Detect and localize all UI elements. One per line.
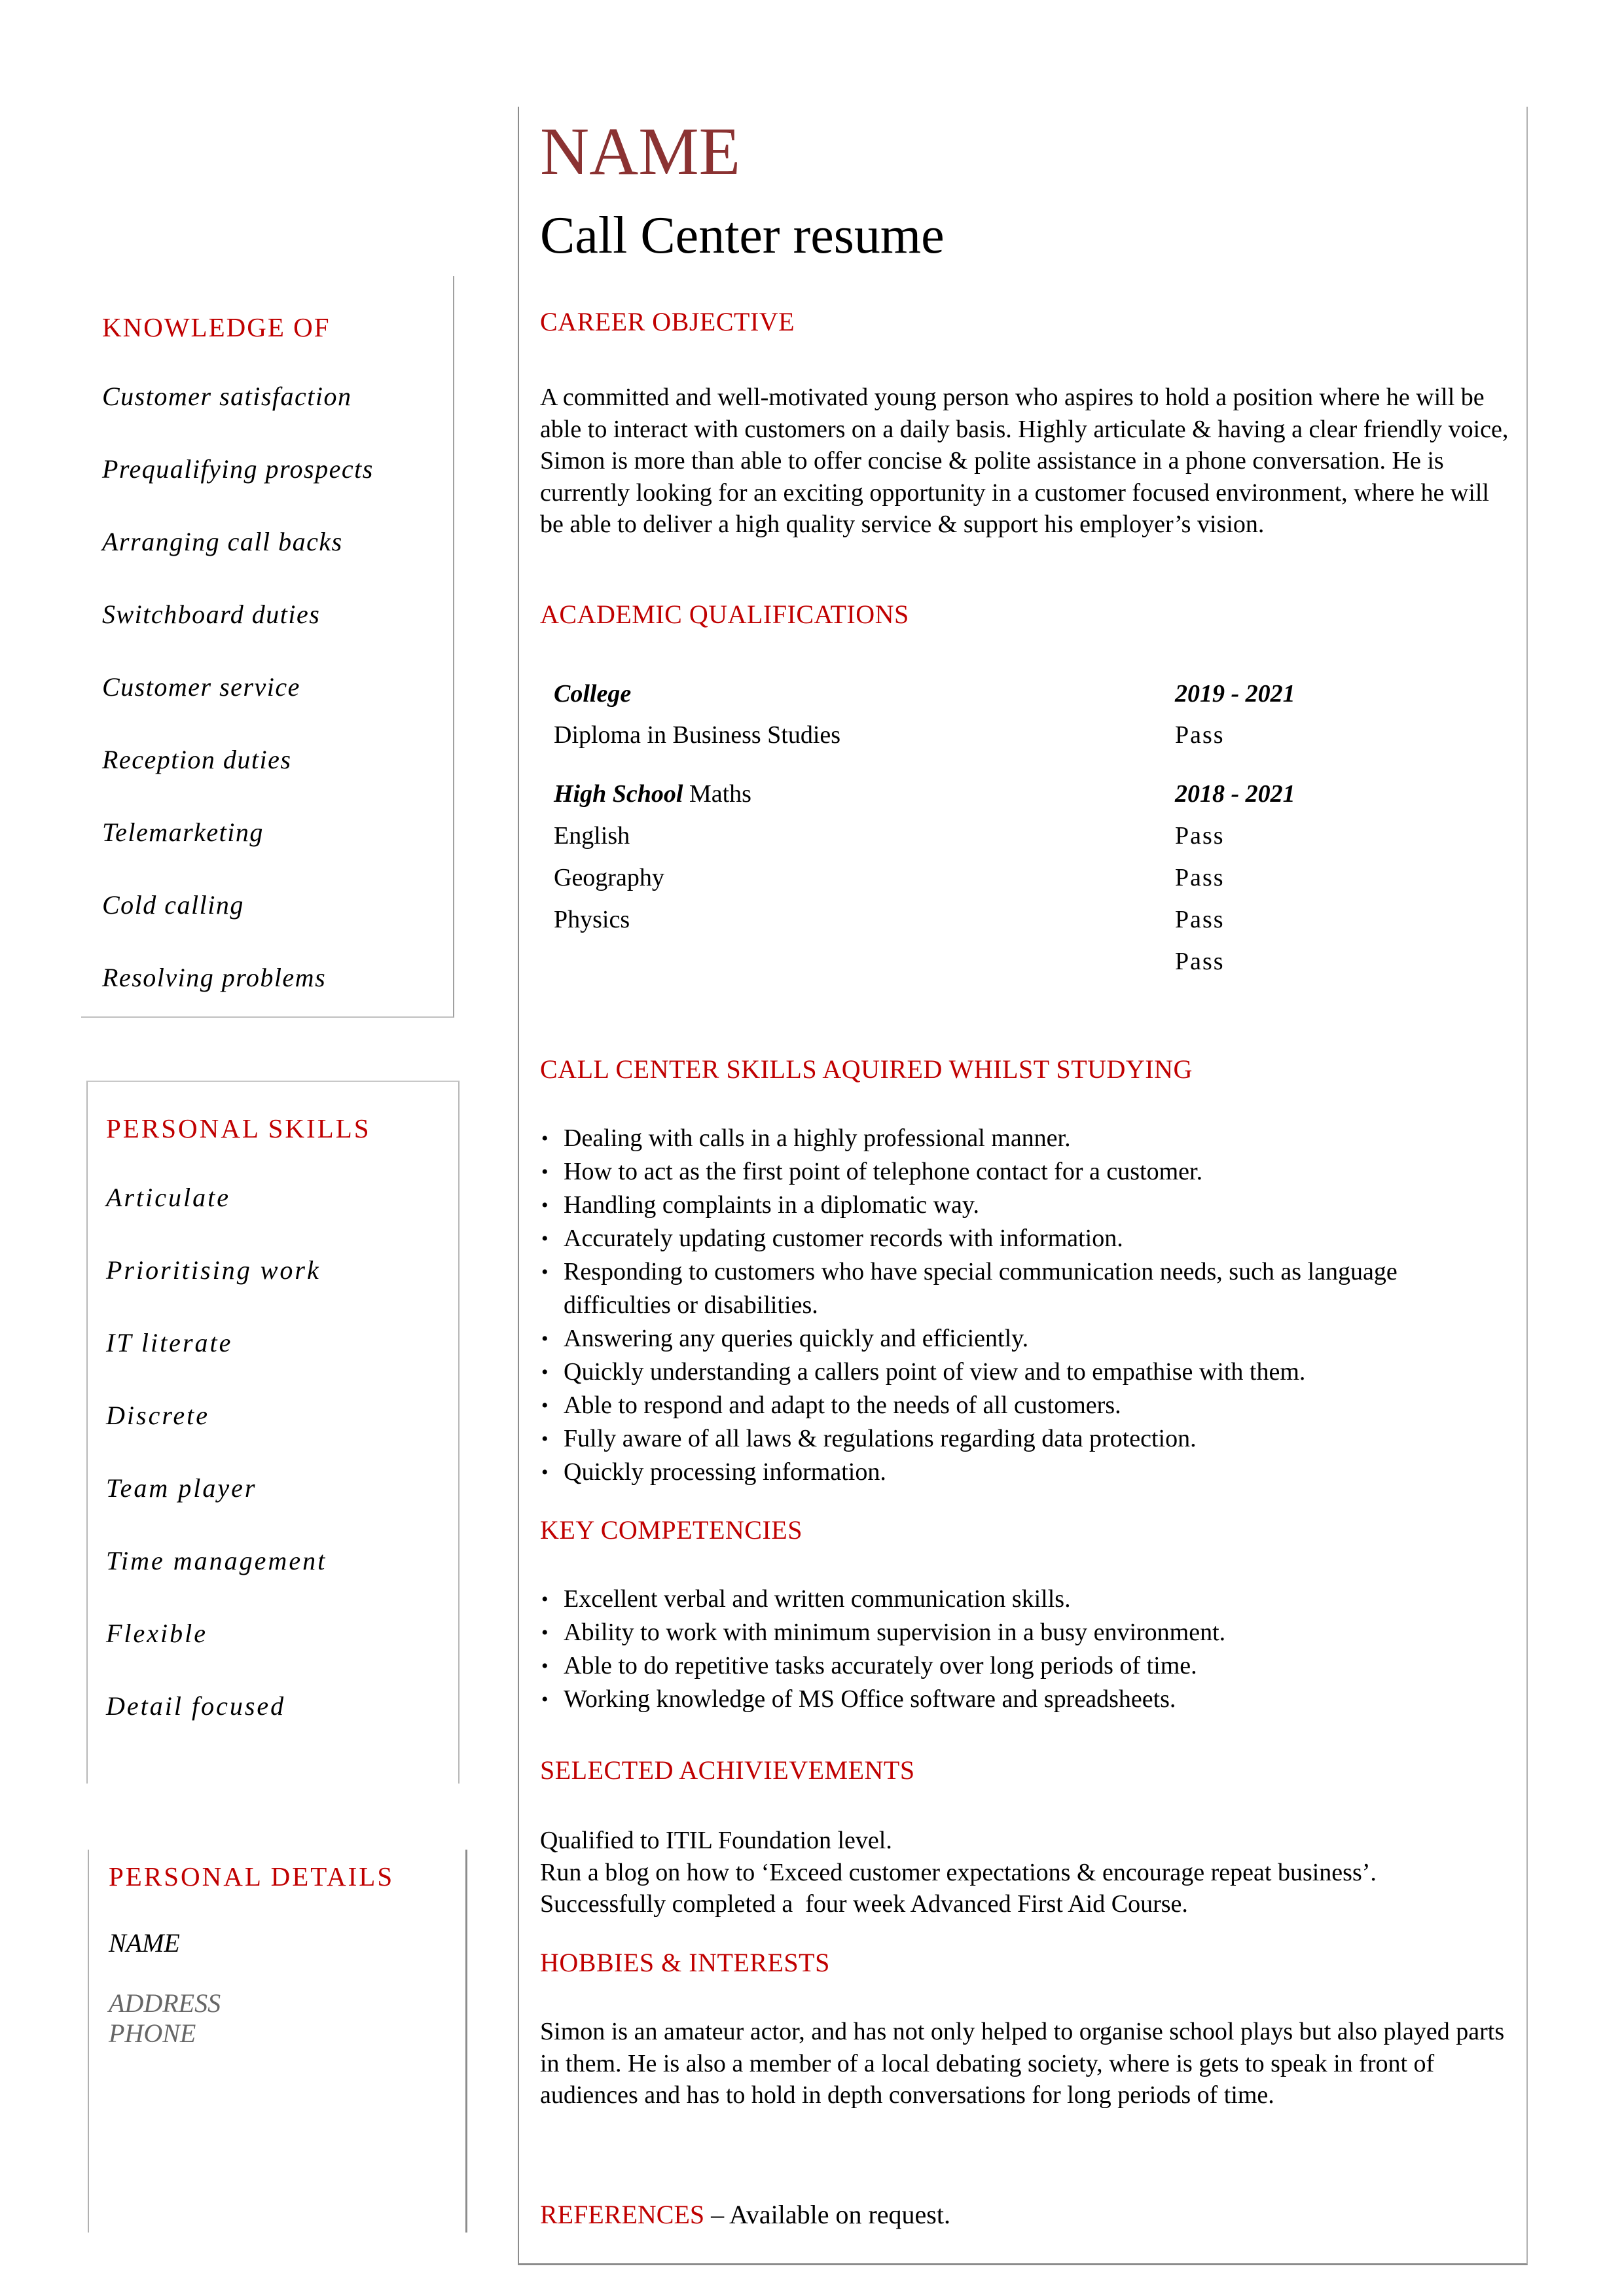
- achievements-text: Qualified to ITIL Foundation level. Run …: [540, 1825, 1509, 1920]
- skill-item: Discrete: [106, 1401, 210, 1430]
- knowledge-item: Switchboard duties: [102, 600, 321, 629]
- subject-result: Pass: [1175, 948, 1225, 975]
- college-label: College: [554, 680, 632, 708]
- bullet-icon: •: [541, 1428, 549, 1450]
- bullet-icon: •: [541, 1588, 549, 1610]
- subject: Physics: [554, 906, 630, 933]
- key-competencies-list: • Excellent verbal and written communicat…: [540, 1583, 1502, 1716]
- call-center-skills-heading: CALL CENTER SKILLS AQUIRED WHILST STUDYI…: [540, 1054, 1193, 1084]
- bullet-icon: •: [541, 1689, 549, 1710]
- knowledge-item: Customer satisfaction: [102, 382, 352, 411]
- knowledge-heading: KNOWLEDGE OF: [102, 312, 331, 342]
- skill-item: Team player: [106, 1473, 257, 1503]
- bullet-icon: •: [541, 1622, 549, 1643]
- hobbies-paragraph: Simon is an amateur actor, and has not o…: [540, 2018, 1505, 2109]
- knowledge-item: Reception duties: [102, 745, 292, 774]
- knowledge-item: Arranging call backs: [102, 527, 343, 556]
- details-address: ADDRESS: [109, 1988, 221, 2018]
- references-text: – Available on request.: [704, 2200, 950, 2229]
- skill-item: IT literate: [106, 1328, 233, 1357]
- skill-item: Detail focused: [106, 1691, 286, 1721]
- hobbies-text: Simon is an amateur actor, and has not o…: [540, 2016, 1509, 2111]
- bullet-icon: •: [541, 1128, 549, 1149]
- knowledge-item: Customer service: [102, 672, 300, 702]
- achievements-heading: SELECTED ACHIVIEVEMENTS: [540, 1755, 915, 1785]
- academic-heading: ACADEMIC QUALIFICATIONS: [540, 600, 909, 629]
- high-school-first-subject: Maths: [689, 780, 751, 808]
- knowledge-item: Resolving problems: [102, 963, 327, 992]
- achievement-line: Run a blog on how to ‘Exceed customer ex…: [540, 1858, 1377, 1886]
- knowledge-item: Prequalifying prospects: [102, 454, 374, 484]
- career-objective-paragraph: A committed and well-motivated young per…: [540, 384, 1509, 538]
- bullet-icon: •: [541, 1655, 549, 1677]
- bullet-icon: •: [541, 1161, 549, 1183]
- skill-item: Flexible: [106, 1619, 208, 1648]
- bullet-icon: •: [541, 1228, 549, 1249]
- achievement-line: Successfully completed a four week Advan…: [540, 1890, 1188, 1918]
- skill-item: Articulate: [106, 1183, 230, 1212]
- list-item: • Able to respond and adapt to the needs …: [540, 1389, 1502, 1422]
- key-competencies-heading: KEY COMPETENCIES: [540, 1515, 803, 1545]
- bullet-icon: •: [541, 1361, 549, 1383]
- skill-item: Time management: [106, 1546, 327, 1575]
- list-item: • Fully aware of all laws & regulations r…: [540, 1422, 1502, 1456]
- references-heading: REFERENCES: [540, 2200, 705, 2229]
- list-item: • Quickly understanding a callers point o…: [540, 1355, 1502, 1389]
- career-objective-heading: CAREER OBJECTIVE: [540, 307, 795, 336]
- list-item: • Quickly processing information.: [540, 1456, 1502, 1489]
- high-school-row: High School Maths: [554, 780, 751, 808]
- bullet-icon: •: [541, 1395, 549, 1416]
- list-item: • Able to do repetitive tasks accurately …: [540, 1649, 1502, 1683]
- subject: English: [554, 822, 630, 850]
- subject: Geography: [554, 864, 664, 891]
- bullet-icon: •: [541, 1462, 549, 1483]
- college-result: Pass: [1175, 721, 1225, 749]
- high-school-years: 2018 - 2021: [1175, 780, 1295, 808]
- details-name: NAME: [109, 1928, 180, 1958]
- list-item: • How to act as the first point of teleph…: [540, 1155, 1502, 1189]
- references-line: REFERENCES – Available on request.: [540, 2199, 950, 2230]
- list-item: • Responding to customers who have specia…: [540, 1255, 1447, 1322]
- bullet-icon: •: [541, 1261, 549, 1283]
- career-objective-text: A committed and well-motivated young per…: [540, 382, 1509, 541]
- list-item: • Ability to work with minimum supervisio…: [540, 1616, 1502, 1649]
- list-item: • Handling complaints in a diplomatic way…: [540, 1189, 1502, 1222]
- knowledge-item: Cold calling: [102, 890, 244, 920]
- high-school-label: High School: [554, 780, 683, 808]
- college-years: 2019 - 2021: [1175, 680, 1295, 708]
- list-item: • Working knowledge of MS Office software…: [540, 1683, 1502, 1716]
- list-item: • Excellent verbal and written communicat…: [540, 1583, 1502, 1616]
- knowledge-item: Telemarketing: [102, 817, 264, 847]
- list-item: • Dealing with calls in a highly professi…: [540, 1122, 1502, 1155]
- bullet-icon: •: [541, 1194, 549, 1216]
- list-item: • Answering any queries quickly and effic…: [540, 1322, 1502, 1355]
- hobbies-heading: HOBBIES & INTERESTS: [540, 1948, 830, 1977]
- college-course: Diploma in Business Studies: [554, 721, 841, 749]
- personal-details-heading: PERSONAL DETAILS: [109, 1861, 395, 1892]
- candidate-name: NAME: [540, 114, 741, 189]
- subject-result: Pass: [1175, 864, 1225, 891]
- achievement-line: Qualified to ITIL Foundation level.: [540, 1827, 892, 1854]
- skill-item: Prioritising work: [106, 1255, 321, 1285]
- subject-result: Pass: [1175, 822, 1225, 850]
- subject-result: Pass: [1175, 906, 1225, 933]
- document-title: Call Center resume: [540, 207, 945, 264]
- personal-skills-heading: PERSONAL SKILLS: [106, 1113, 371, 1143]
- list-item: • Accurately updating customer records wi…: [540, 1222, 1502, 1255]
- details-phone: PHONE: [109, 2018, 196, 2048]
- bullet-icon: •: [541, 1328, 549, 1350]
- call-center-skills-list: • Dealing with calls in a highly professi…: [540, 1122, 1502, 1489]
